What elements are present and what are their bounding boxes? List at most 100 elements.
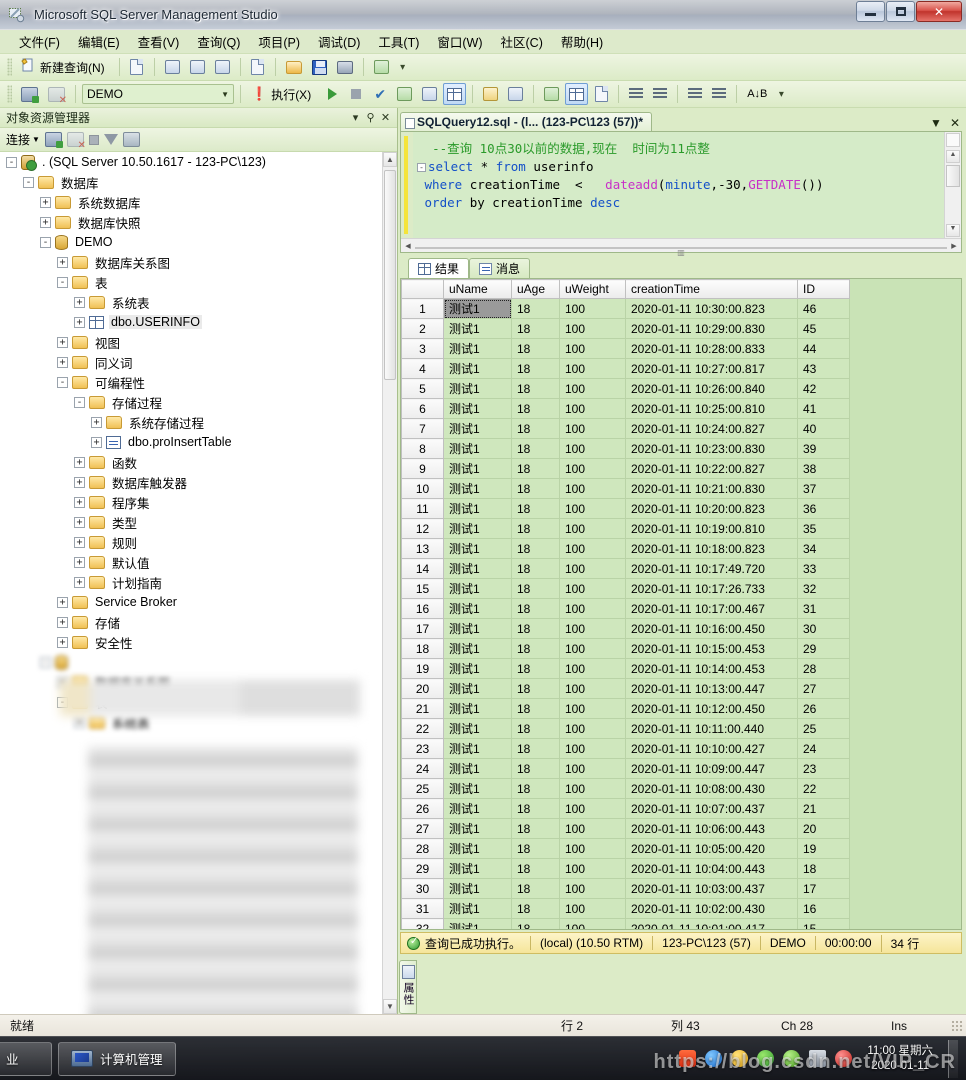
table-cell[interactable]: 100 xyxy=(560,619,626,639)
tree-node[interactable]: -. (SQL Server 10.50.1617 - 123-PC\123) xyxy=(0,152,397,172)
taskbar-clock[interactable]: 11:00 星期六 2020-01-11 xyxy=(861,1044,939,1074)
table-cell[interactable]: 100 xyxy=(560,819,626,839)
toolbar-overflow-button[interactable]: ▾ xyxy=(397,62,409,73)
scroll-up-button[interactable]: ▲ xyxy=(946,150,960,163)
table-cell[interactable]: 100 xyxy=(560,879,626,899)
table-cell[interactable]: 31 xyxy=(798,599,850,619)
table-cell[interactable]: 2020-01-11 10:21:00.830 xyxy=(626,479,798,499)
editor-vertical-scrollbar[interactable]: ▲ ▼ xyxy=(944,132,961,238)
table-cell[interactable]: 18 xyxy=(512,419,560,439)
table-cell[interactable]: 100 xyxy=(560,299,626,319)
parse-button[interactable]: ✔ xyxy=(369,83,391,105)
tree-node[interactable]: -存储过程 xyxy=(0,392,397,412)
table-cell[interactable]: 测试1 xyxy=(444,479,512,499)
row-number-cell[interactable]: 14 xyxy=(402,559,444,579)
table-cell[interactable]: 2020-01-11 10:16:00.450 xyxy=(626,619,798,639)
tree-node[interactable]: +类型 xyxy=(0,512,397,532)
row-number-cell[interactable]: 16 xyxy=(402,599,444,619)
table-cell[interactable]: 27 xyxy=(798,679,850,699)
table-cell[interactable]: 35 xyxy=(798,519,850,539)
connect-button[interactable] xyxy=(17,83,42,105)
refresh-icon[interactable] xyxy=(123,132,140,147)
taskbar-item-partial[interactable]: 业 xyxy=(0,1042,52,1076)
table-cell[interactable]: 2020-01-11 10:09:00.447 xyxy=(626,759,798,779)
close-document-button[interactable]: ✕ xyxy=(950,116,960,130)
include-client-statistics-button[interactable] xyxy=(504,83,527,105)
table-cell[interactable]: 2020-01-11 10:12:00.450 xyxy=(626,699,798,719)
split-handle[interactable] xyxy=(946,133,960,147)
table-cell[interactable]: 100 xyxy=(560,439,626,459)
tree-expander[interactable]: + xyxy=(74,497,85,508)
new-query-button[interactable]: 新建查询(N) xyxy=(17,56,113,78)
table-cell[interactable]: 2020-01-11 10:17:00.467 xyxy=(626,599,798,619)
table-cell[interactable]: 18 xyxy=(512,359,560,379)
results-to-text-button[interactable] xyxy=(540,83,563,105)
table-cell[interactable]: 测试1 xyxy=(444,319,512,339)
table-cell[interactable]: 100 xyxy=(560,499,626,519)
table-cell[interactable]: 测试1 xyxy=(444,799,512,819)
row-number-cell[interactable]: 31 xyxy=(402,899,444,919)
column-header[interactable] xyxy=(402,280,444,299)
table-cell[interactable]: 2020-01-11 10:03:00.437 xyxy=(626,879,798,899)
tree-expander[interactable]: + xyxy=(57,637,68,648)
stop-icon[interactable] xyxy=(89,135,99,145)
close-button[interactable]: ✕ xyxy=(916,1,962,22)
cancel-executing-query-button[interactable] xyxy=(345,83,367,105)
table-row[interactable]: 17测试1181002020-01-11 10:16:00.45030 xyxy=(402,619,961,639)
disconnect-button[interactable] xyxy=(44,83,69,105)
tree-node[interactable]: +数据库关系图 xyxy=(0,252,397,272)
table-cell[interactable]: 100 xyxy=(560,839,626,859)
table-cell[interactable]: 测试1 xyxy=(444,899,512,919)
table-cell[interactable]: 100 xyxy=(560,639,626,659)
save-button[interactable] xyxy=(308,56,331,78)
table-cell[interactable]: 100 xyxy=(560,859,626,879)
table-cell[interactable]: 18 xyxy=(512,839,560,859)
new-file-button[interactable] xyxy=(247,56,269,78)
table-cell[interactable]: 测试1 xyxy=(444,459,512,479)
row-number-cell[interactable]: 7 xyxy=(402,419,444,439)
activity-monitor-button[interactable] xyxy=(370,56,393,78)
table-cell[interactable]: 18 xyxy=(512,859,560,879)
table-cell[interactable]: 测试1 xyxy=(444,439,512,459)
table-cell[interactable]: 测试1 xyxy=(444,639,512,659)
sort-button[interactable]: A↓B xyxy=(743,83,771,105)
tab-messages[interactable]: 消息 xyxy=(469,258,530,278)
print-button[interactable] xyxy=(333,56,357,78)
scroll-thumb[interactable] xyxy=(946,165,960,187)
table-cell[interactable]: 2020-01-11 10:11:00.440 xyxy=(626,719,798,739)
table-cell[interactable]: 测试1 xyxy=(444,419,512,439)
toolbar-overflow-button-2[interactable]: ▾ xyxy=(775,89,787,100)
results-to-grid-button-2[interactable] xyxy=(565,83,588,105)
table-row[interactable]: 6测试1181002020-01-11 10:25:00.81041 xyxy=(402,399,961,419)
row-number-cell[interactable]: 15 xyxy=(402,579,444,599)
taskbar-item-computer-management[interactable]: 计算机管理 xyxy=(58,1042,176,1076)
menu-item-query[interactable]: 查询(Q) xyxy=(188,29,249,54)
table-cell[interactable]: 100 xyxy=(560,419,626,439)
table-cell[interactable]: 2020-01-11 10:10:00.427 xyxy=(626,739,798,759)
table-cell[interactable]: 2020-01-11 10:26:00.840 xyxy=(626,379,798,399)
row-number-cell[interactable]: 12 xyxy=(402,519,444,539)
table-cell[interactable]: 测试1 xyxy=(444,659,512,679)
network-icon[interactable] xyxy=(809,1050,826,1067)
table-cell[interactable]: 100 xyxy=(560,479,626,499)
table-cell[interactable]: 2020-01-11 10:08:00.430 xyxy=(626,779,798,799)
table-cell[interactable]: 18 xyxy=(512,299,560,319)
table-cell[interactable]: 18 xyxy=(512,459,560,479)
tree-node[interactable]: +系统存储过程 xyxy=(0,412,397,432)
table-cell[interactable]: 2020-01-11 10:01:00.417 xyxy=(626,919,798,931)
tab-sqlquery12[interactable]: SQLQuery12.sql - (l... (123-PC\123 (57))… xyxy=(400,112,652,131)
row-number-cell[interactable]: 20 xyxy=(402,679,444,699)
table-cell[interactable]: 100 xyxy=(560,359,626,379)
table-cell[interactable]: 测试1 xyxy=(444,719,512,739)
table-row[interactable]: 13测试1181002020-01-11 10:18:00.82334 xyxy=(402,539,961,559)
include-actual-plan-button[interactable] xyxy=(479,83,502,105)
tree-expander[interactable]: + xyxy=(74,517,85,528)
table-cell[interactable]: 18 xyxy=(512,659,560,679)
table-cell[interactable]: 测试1 xyxy=(444,399,512,419)
table-cell[interactable]: 100 xyxy=(560,579,626,599)
decrease-indent-button[interactable] xyxy=(684,83,706,105)
table-cell[interactable]: 100 xyxy=(560,519,626,539)
tree-expander[interactable]: + xyxy=(74,577,85,588)
table-cell[interactable]: 2020-01-11 10:04:00.443 xyxy=(626,859,798,879)
table-cell[interactable]: 测试1 xyxy=(444,299,512,319)
